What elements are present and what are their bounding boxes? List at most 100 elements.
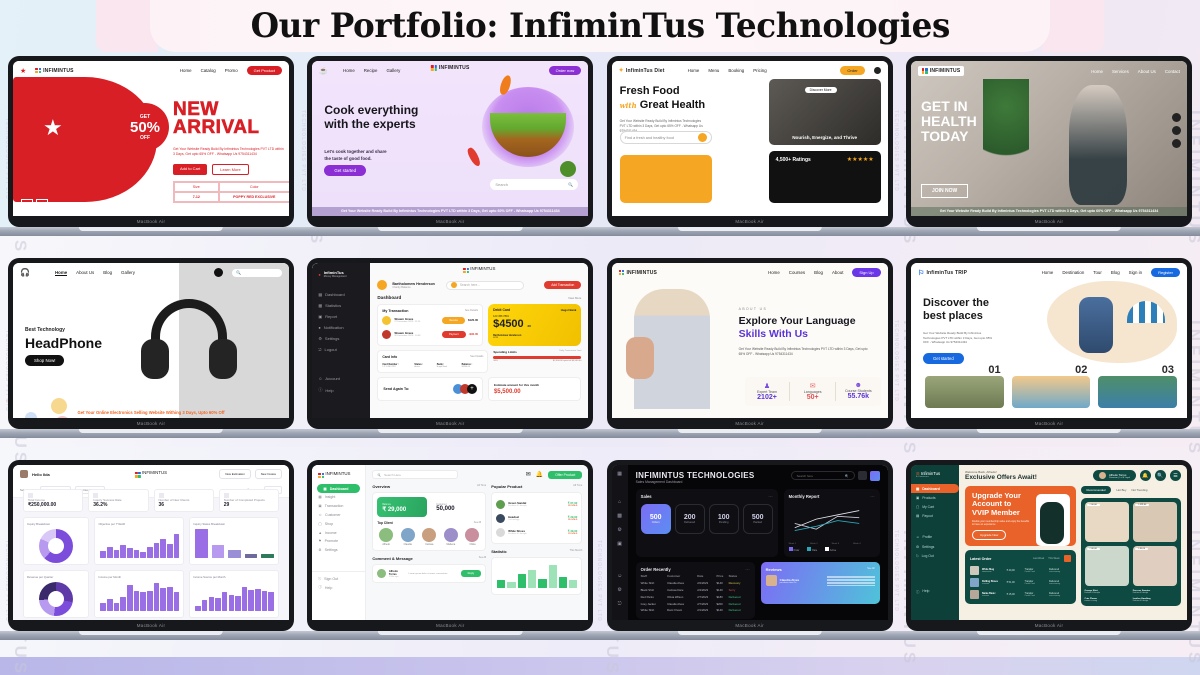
sidebar[interactable]: ☰ InfiminTus E-Commerce ▦ Dashboard ▣ Prod… xyxy=(910,465,959,620)
nav-links[interactable]: Home Menu Booking Pricing xyxy=(688,68,767,73)
contact-avatars[interactable]: + xyxy=(452,384,477,394)
client-avatar[interactable]: Claudia xyxy=(399,528,417,546)
search-icon[interactable]: 🔍 xyxy=(568,182,573,187)
product-row[interactable]: Headset Technology ₹ 29,90 $0 SOLD xyxy=(496,511,577,525)
sidebar-item-customer[interactable]: ☺ Customer xyxy=(312,511,365,520)
sidebar[interactable]: INFIMINTUS ▦ Dashboard ▩ Insight ▣ Transact… xyxy=(312,465,367,620)
mockup-shoe-store[interactable]: ★ ★ INFIMINTUS Home Catalog Promo Get Pr… xyxy=(0,56,308,236)
nav-link-services[interactable]: Services xyxy=(1112,69,1129,74)
tab-hot-buy[interactable]: Hot Buy xyxy=(1116,488,1126,492)
sign-up-button[interactable]: Sign Up xyxy=(852,268,881,277)
nav-link-booking[interactable]: Booking xyxy=(728,68,744,73)
destination-card[interactable]: 03 xyxy=(1098,364,1177,408)
nav-link-home[interactable]: Home xyxy=(180,68,192,73)
nav-link-home[interactable]: Home xyxy=(1042,270,1054,275)
statistic-filter[interactable]: This Month xyxy=(569,549,582,554)
sidebar[interactable]: ● InfiminTus Money Management ▦ Dashboard… xyxy=(312,263,371,418)
nav-link-home[interactable]: Home xyxy=(688,68,700,73)
search-input[interactable]: 🔍 Search Here xyxy=(372,470,459,479)
new-invoice-button[interactable]: New Invoice xyxy=(254,469,282,479)
sidebar-item-account[interactable]: ☺ Account xyxy=(312,373,370,384)
nav-links[interactable]: Home About Us Blog Gallery xyxy=(54,270,135,276)
offer-product-button[interactable]: Offer Product xyxy=(548,470,583,479)
mockup-green-admin[interactable]: INFIMINTUS ▦ Dashboard ▩ Insight ▣ Transact… xyxy=(293,460,608,640)
more-icon[interactable]: ⋯ xyxy=(768,494,772,500)
box-icon[interactable]: ▣ xyxy=(612,533,628,547)
phone-icon[interactable] xyxy=(1171,126,1181,135)
nav-link-courses[interactable]: Courses xyxy=(789,270,805,275)
product-row[interactable]: Green Sandal Fashion & Lifestyle ₹ 67,90… xyxy=(496,497,577,511)
shoe-thumbnails[interactable] xyxy=(21,199,48,208)
nav-link-home[interactable]: Home xyxy=(768,270,780,275)
see-all-link[interactable]: See All xyxy=(474,521,481,525)
mockup-bank-dashboard[interactable]: ● InfiminTus Money Management ▦ Dashboard… xyxy=(293,258,608,438)
nav-link-gallery[interactable]: Gallery xyxy=(386,68,400,73)
get-started-button[interactable]: Get started xyxy=(922,353,964,364)
search-input[interactable]: Search here 🔍 xyxy=(790,471,855,480)
nav-links[interactable]: Home Recipe Gallery xyxy=(343,68,400,73)
client-avatar[interactable]: Alfredo xyxy=(377,528,395,546)
client-avatar[interactable]: Marlena xyxy=(442,528,460,546)
nav-links[interactable]: Home Courses Blog About xyxy=(768,270,843,275)
client-avatar[interactable]: Carissa xyxy=(420,528,438,546)
search-icon[interactable] xyxy=(697,133,707,142)
add-transaction-button[interactable]: Add Transaction xyxy=(544,281,582,289)
product-card[interactable]: # 40,00 xyxy=(1132,546,1177,586)
mockup-diet-site[interactable]: ✦ InfiminTus Diet Home Menu Booking Pric… xyxy=(592,56,907,236)
chart-icon[interactable]: ▩ xyxy=(612,505,628,519)
mail-icon[interactable] xyxy=(1171,113,1181,122)
sidebar-item-insight[interactable]: ▩ Insight xyxy=(312,493,365,502)
mockup-analytics-dashboard[interactable]: Hello Ilda INFIMINTUS New Estimation New… xyxy=(0,460,308,640)
nav-link-about[interactable]: About xyxy=(832,270,843,275)
this-week-link[interactable]: This Week xyxy=(1048,557,1059,560)
sidebar-item-notification[interactable]: ● Notification xyxy=(312,322,370,333)
search-input[interactable]: Find a fresh and healthy food xyxy=(619,131,712,144)
sidebar-item-dashboard[interactable]: ▦ Dashboard xyxy=(312,289,370,300)
sidebar-item-settings[interactable]: ⚙ Settings xyxy=(312,333,370,344)
product-tabs[interactable]: Recommended Hot Buy Not Trending xyxy=(1080,486,1181,494)
mockup-language-school[interactable]: INFIMINTUS Home Courses Blog About Sign … xyxy=(592,258,907,438)
shop-now-button[interactable]: Shop Now! xyxy=(25,355,65,366)
nav-link-about[interactable]: About Us xyxy=(76,270,94,276)
social-icons[interactable] xyxy=(1171,113,1181,148)
nav-link-pricing[interactable]: Pricing xyxy=(753,68,766,73)
sidebar-item-payout[interactable]: ▤ Payout xyxy=(911,512,959,521)
new-estimation-button[interactable]: New Estimation xyxy=(219,469,251,479)
food-carousel[interactable] xyxy=(619,155,712,203)
nav-link-contact[interactable]: Contact xyxy=(1165,69,1180,74)
settings-icon[interactable]: ⚙ xyxy=(612,579,628,593)
filter-icon[interactable] xyxy=(1063,555,1071,563)
upgrade-now-button[interactable]: Upgrade Now xyxy=(971,530,1007,541)
order-button[interactable]: Order xyxy=(840,66,865,75)
sidebar-item-shop[interactable]: ▢ Shop xyxy=(312,519,365,528)
user-icon[interactable] xyxy=(1171,139,1181,148)
user-icon[interactable]: ☺ xyxy=(612,547,628,579)
destination-cards[interactable]: 01 02 03 xyxy=(924,364,1177,408)
mockup-sales-dark-dashboard[interactable]: ▦ ⌂ ▩ ⚙ ▣ ☺ ⚙ ⎋ INFIMINTUS TECHNOLOGIES … xyxy=(592,460,907,640)
account-icon[interactable] xyxy=(873,67,881,74)
tab-recommended[interactable]: Recommended xyxy=(1080,486,1112,494)
destination-card[interactable]: 01 xyxy=(924,364,1004,408)
gear-icon[interactable]: ⚙ xyxy=(612,519,628,533)
theme-toggle[interactable] xyxy=(857,471,867,480)
client-avatar[interactable]: Olivia xyxy=(464,528,482,546)
see-details-link[interactable]: See Details xyxy=(470,355,483,359)
search-input[interactable]: Search here... xyxy=(445,280,524,290)
nav-link-home[interactable]: Home xyxy=(54,270,68,276)
get-product-button[interactable]: Get Product xyxy=(246,66,282,75)
nav-links[interactable]: Home Destination Tour Blog Sign in xyxy=(1042,270,1142,275)
search-input[interactable]: 🔍 xyxy=(232,268,282,277)
nav-link-menu[interactable]: Menu xyxy=(708,68,719,73)
mockup-vvip-shop[interactable]: ☰ InfiminTus E-Commerce ▦ Dashboard ▣ Prod… xyxy=(891,460,1200,640)
mockup-headphone-store[interactable]: 🎧 Home About Us Blog Gallery 🔍 Best Tech… xyxy=(0,258,308,438)
nav-links[interactable]: Home Catalog Promo xyxy=(180,68,238,73)
destination-card[interactable]: 02 xyxy=(1011,364,1091,408)
product-row[interactable]: White Shoes Fashion & Lifestyle ₹ 39,90 … xyxy=(496,525,577,539)
get-started-button[interactable]: Get started xyxy=(324,165,367,176)
menu-icon[interactable]: ▦ xyxy=(612,465,628,477)
nav-link-promo[interactable]: Promo xyxy=(225,68,238,73)
view-more-link[interactable]: View More xyxy=(568,296,581,300)
see-all-link[interactable]: See All xyxy=(479,556,486,561)
nav-link-about[interactable]: About Us xyxy=(1138,69,1156,74)
sidebar-item-settings[interactable]: ⚙ Settings xyxy=(911,542,959,551)
